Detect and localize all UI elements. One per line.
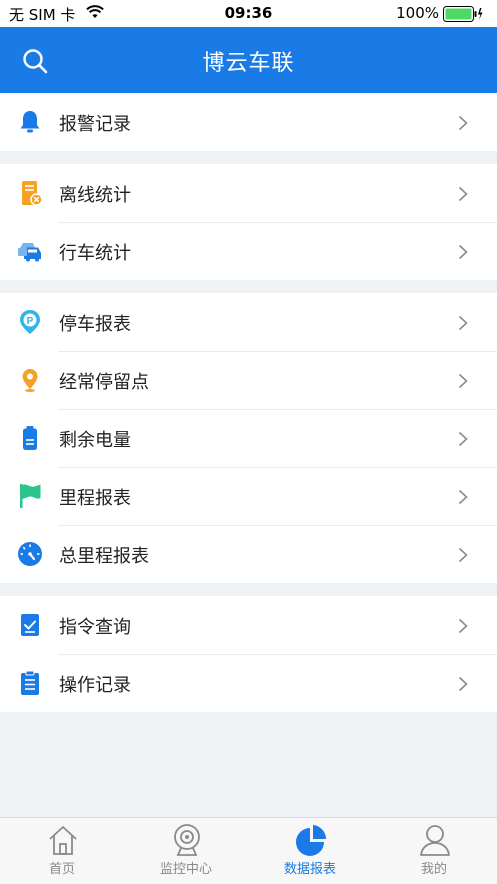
menu-item-mileage-report[interactable]: 里程报表 <box>0 467 497 525</box>
chevron-right-icon <box>458 547 468 563</box>
menu-item-alarm-record[interactable]: 报警记录 <box>0 93 497 151</box>
menu-item-remaining-battery[interactable]: 剩余电量 <box>0 409 497 467</box>
tab-label: 我的 <box>420 862 447 877</box>
chevron-right-icon <box>458 489 468 505</box>
status-bar: 无 SIM 卡 09:36 100% <box>0 0 497 27</box>
clipboard-icon <box>21 670 39 695</box>
chevron-right-icon <box>458 373 468 389</box>
menu-item-label: 操作记录 <box>59 675 131 696</box>
menu-item-label: 总里程报表 <box>59 546 149 567</box>
report-menu: 报警记录 离线统计 行车统计 P 停车报表 经常停留点 剩余电量 里程报表 总里… <box>0 93 497 725</box>
battery-status-icon <box>443 6 483 22</box>
chevron-right-icon <box>458 431 468 447</box>
tab-home[interactable]: 首页 <box>0 818 124 884</box>
speedometer-icon <box>18 542 42 566</box>
battery-percent: 100% <box>396 4 439 22</box>
chevron-right-icon <box>458 315 468 331</box>
tab-monitor-center[interactable]: 监控中心 <box>124 818 248 884</box>
chevron-right-icon <box>458 186 468 202</box>
chevron-right-icon <box>458 115 468 131</box>
nav-bar: 博云车联 <box>0 27 497 93</box>
menu-item-label: 里程报表 <box>59 488 131 509</box>
battery-icon <box>23 426 37 450</box>
user-icon <box>420 825 450 856</box>
bell-icon <box>20 111 40 133</box>
menu-group-statistics: 离线统计 行车统计 <box>0 164 497 280</box>
home-icon <box>49 826 77 855</box>
menu-item-label: 行车统计 <box>59 243 131 264</box>
menu-item-label: 经常停留点 <box>59 372 149 393</box>
cars-icon <box>18 243 41 262</box>
location-pin-icon <box>22 369 38 392</box>
camera-icon <box>174 824 200 856</box>
tab-data-reports[interactable]: 数据报表 <box>248 818 372 884</box>
checklist-icon <box>21 614 39 636</box>
menu-item-label: 剩余电量 <box>59 430 131 451</box>
menu-item-frequent-stops[interactable]: 经常停留点 <box>0 351 497 409</box>
menu-item-command-query[interactable]: 指令查询 <box>0 596 497 654</box>
menu-item-driving-stats[interactable]: 行车统计 <box>0 222 497 280</box>
chevron-right-icon <box>458 676 468 692</box>
menu-item-parking-report[interactable]: P 停车报表 <box>0 293 497 351</box>
menu-group-reports: P 停车报表 经常停留点 剩余电量 里程报表 总里程报表 <box>0 293 497 583</box>
offline-device-icon <box>22 181 43 206</box>
tab-mine[interactable]: 我的 <box>372 818 496 884</box>
tab-label: 首页 <box>48 862 75 877</box>
tab-label: 数据报表 <box>283 862 336 877</box>
pie-chart-icon <box>296 825 327 856</box>
page-title: 博云车联 <box>202 51 295 76</box>
menu-item-label: 停车报表 <box>59 314 131 335</box>
tab-label: 监控中心 <box>159 862 212 877</box>
menu-group-commands: 指令查询 操作记录 <box>0 596 497 712</box>
menu-item-offline-stats[interactable]: 离线统计 <box>0 164 497 222</box>
menu-item-operation-log[interactable]: 操作记录 <box>0 654 497 712</box>
parking-pin-icon: P <box>20 310 40 334</box>
menu-group-alarm: 报警记录 <box>0 93 497 151</box>
menu-item-total-mileage-report[interactable]: 总里程报表 <box>0 525 497 583</box>
tab-bar: 首页 监控中心 数据报表 我的 <box>0 817 497 884</box>
flag-icon <box>20 484 41 508</box>
menu-item-label: 指令查询 <box>59 617 131 638</box>
svg-text:P: P <box>27 316 34 327</box>
menu-item-label: 报警记录 <box>59 114 131 135</box>
chevron-right-icon <box>458 618 468 634</box>
chevron-right-icon <box>458 244 468 260</box>
menu-item-label: 离线统计 <box>59 185 131 206</box>
